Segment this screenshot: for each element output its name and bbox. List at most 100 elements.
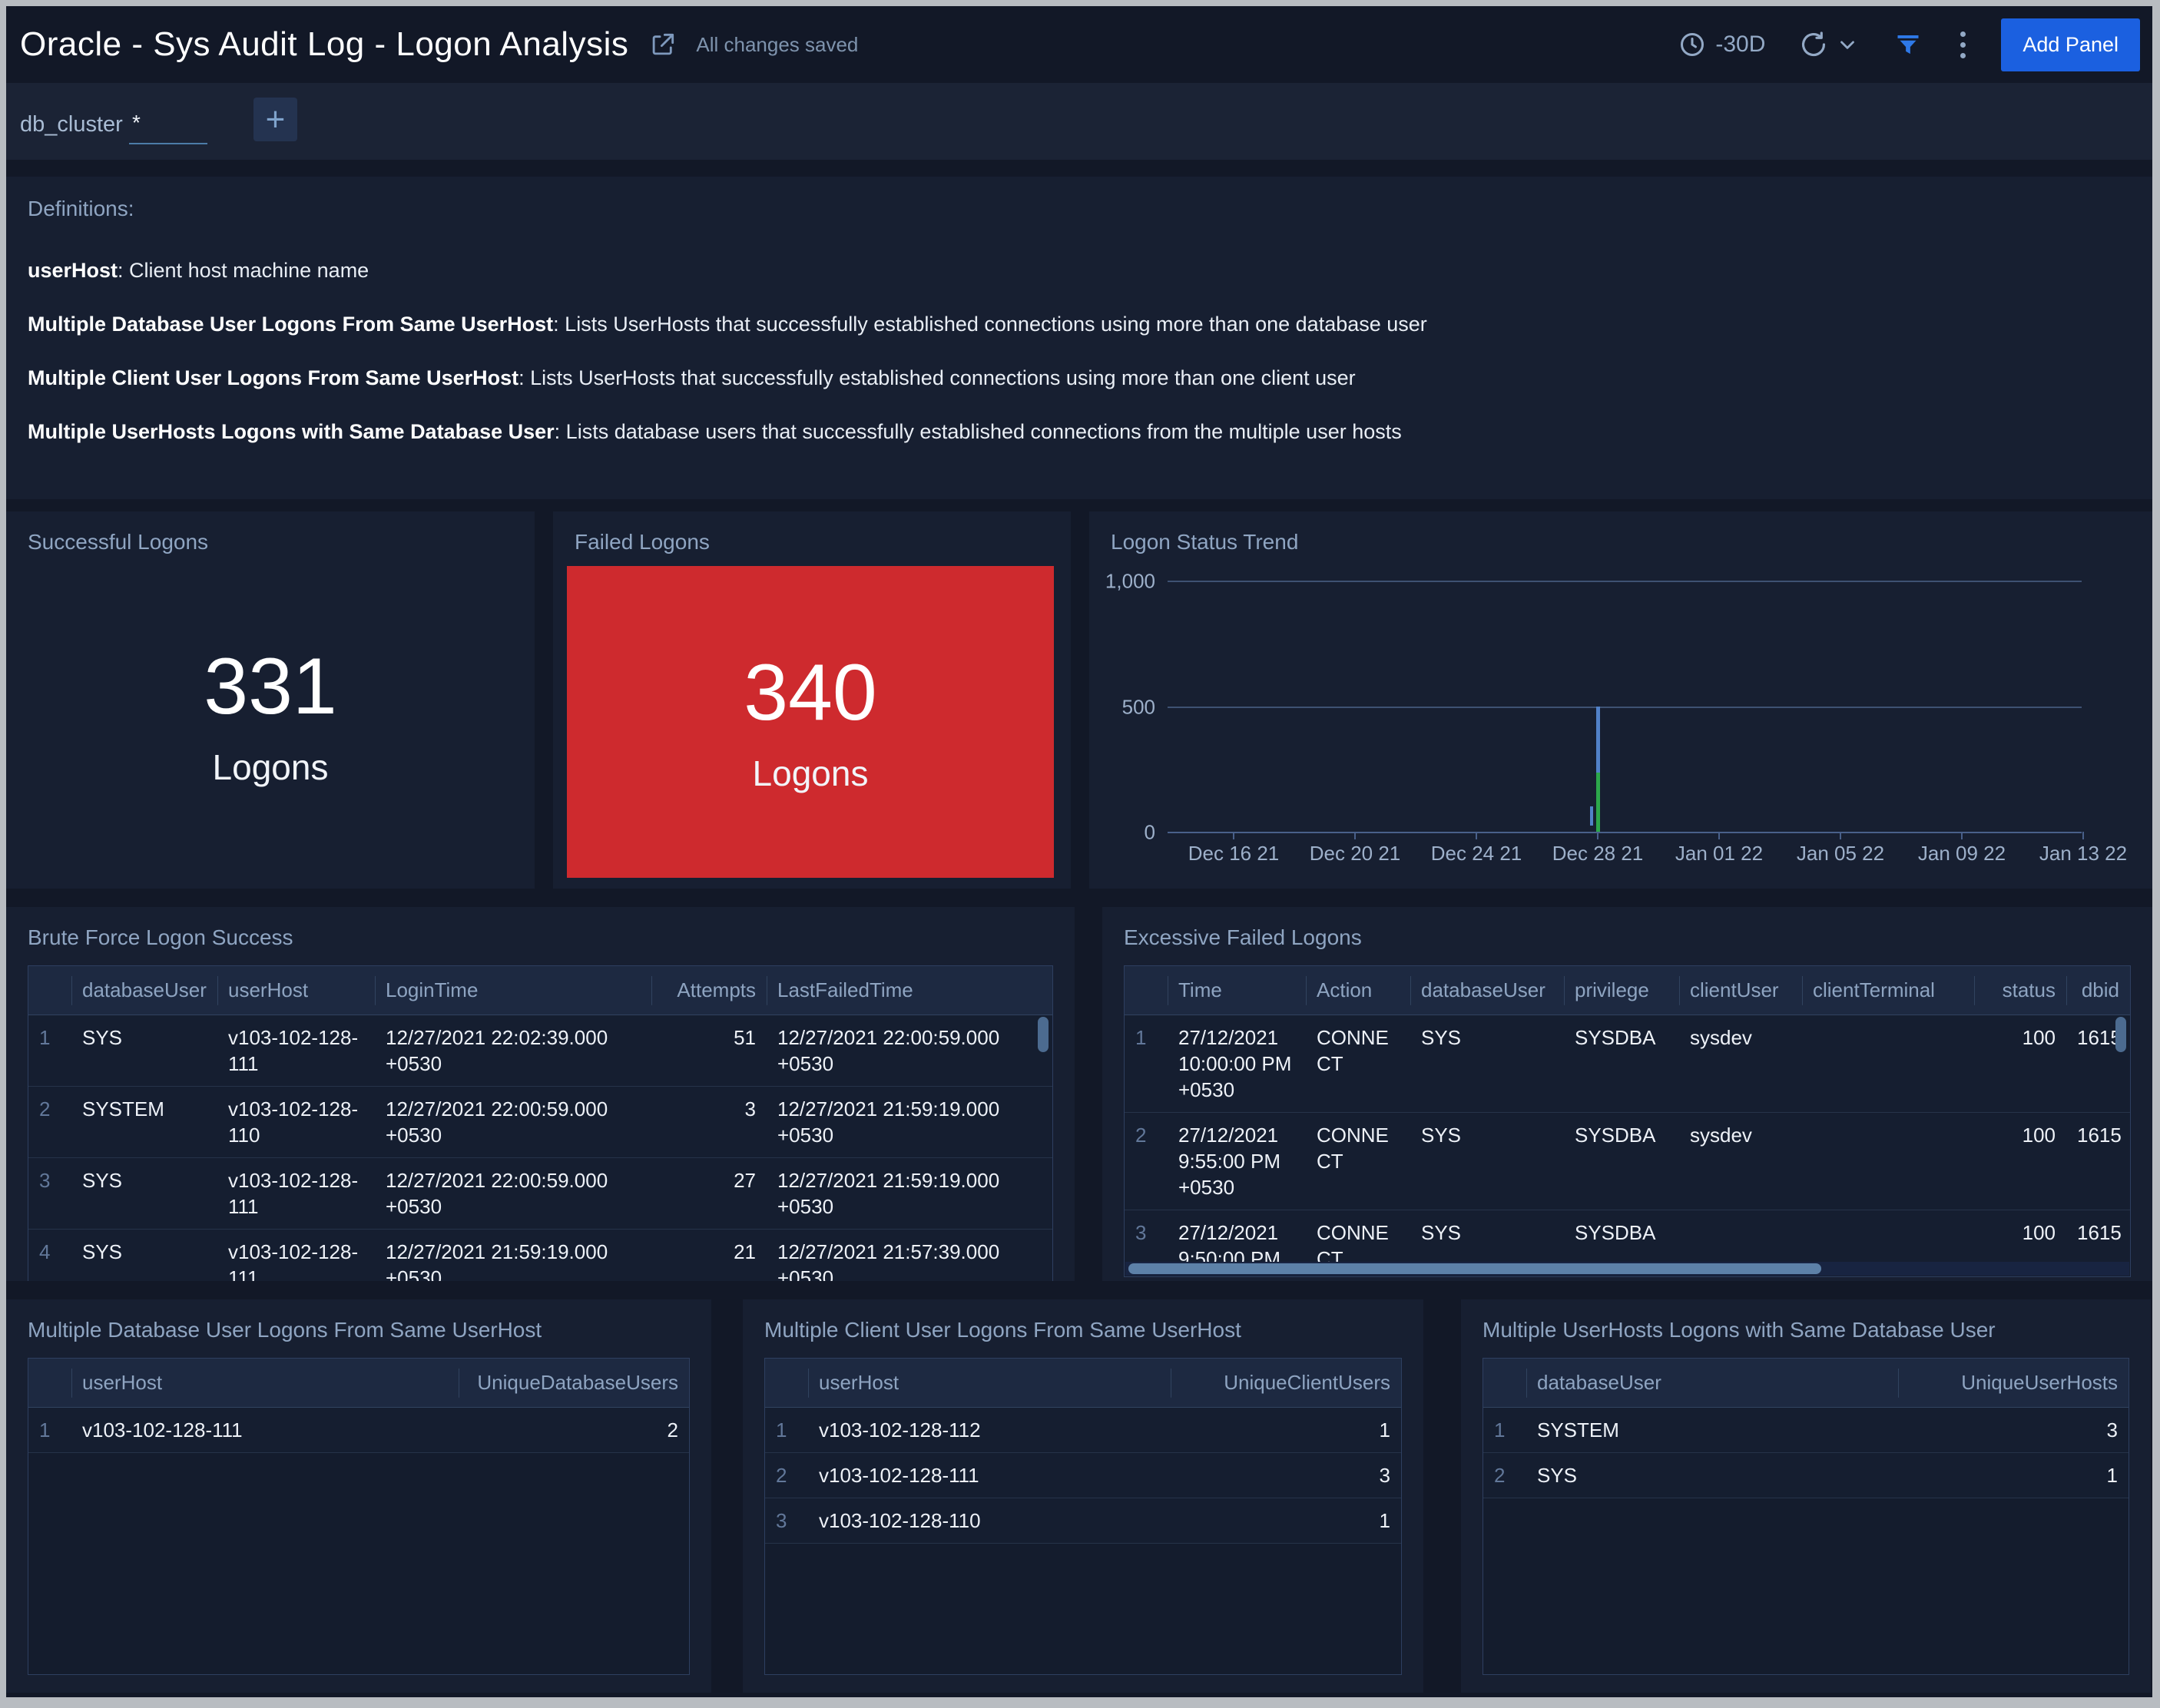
- x-axis-tick: [1840, 832, 1841, 839]
- db-cluster-value: *: [132, 111, 141, 134]
- x-axis-tick: [1718, 832, 1720, 839]
- cell: 2: [28, 1087, 71, 1158]
- x-axis-tick: [1476, 832, 1477, 839]
- add-variable-button[interactable]: +: [253, 98, 297, 141]
- panel-title: Multiple UserHosts Logons with Same Data…: [1483, 1318, 2129, 1342]
- time-range-control[interactable]: -30D: [1678, 31, 1765, 58]
- cell: 1: [765, 1408, 808, 1453]
- cell: 12/27/2021 21:59:19.000 +0530: [767, 1087, 1053, 1158]
- variable-bar: db_cluster * +: [6, 83, 2152, 160]
- x-axis-label: Dec 20 21: [1310, 842, 1401, 866]
- cell: 12/27/2021 21:57:39.000 +0530: [767, 1230, 1053, 1282]
- table-row: 2v103-102-128-1113: [765, 1453, 1401, 1498]
- table-row: 227/12/2021 9:55:00 PM +0530CONNECTSYSSY…: [1125, 1113, 2130, 1210]
- x-axis-label: Jan 05 22: [1797, 842, 1884, 866]
- bar-segment: [1596, 707, 1600, 773]
- table-header-row: TimeActiondatabaseUserprivilegeclientUse…: [1125, 966, 2130, 1015]
- column-header[interactable]: userHost: [71, 1359, 459, 1408]
- time-range-value: -30D: [1715, 31, 1765, 58]
- column-header[interactable]: LoginTime: [375, 966, 651, 1015]
- column-header[interactable]: privilege: [1564, 966, 1679, 1015]
- column-header: [765, 1359, 808, 1408]
- column-header[interactable]: Attempts: [651, 966, 767, 1015]
- cell: 1: [1483, 1408, 1526, 1453]
- column-header[interactable]: Time: [1168, 966, 1306, 1015]
- cell: 3: [765, 1498, 808, 1544]
- kebab-menu-icon[interactable]: [1960, 31, 1966, 58]
- panel-title: Failed Logons: [575, 530, 1049, 554]
- table-row: 2SYS1: [1483, 1453, 2129, 1498]
- x-axis-tick: [1233, 832, 1234, 839]
- cell: 1: [28, 1408, 71, 1453]
- x-axis-label: Jan 09 22: [1918, 842, 2006, 866]
- failed-logons-kpi: 340 Logons: [567, 566, 1054, 878]
- table-header-row: databaseUserUniqueUserHosts: [1483, 1359, 2129, 1408]
- refresh-control[interactable]: [1799, 30, 1859, 59]
- failed-logons-unit: Logons: [753, 756, 869, 791]
- multi-userhosts-table-container: databaseUserUniqueUserHosts1SYSTEM32SYS1: [1483, 1358, 2129, 1675]
- definitions-list: userHost: Client host machine nameMultip…: [28, 260, 2131, 443]
- cell: 3: [1898, 1408, 2129, 1453]
- cell: 12/27/2021 22:00:59.000 +0530: [375, 1158, 651, 1230]
- y-axis-label: 0: [1089, 821, 1155, 845]
- successful-logons-value: 331: [204, 647, 337, 727]
- column-header[interactable]: UniqueUserHosts: [1898, 1359, 2129, 1408]
- multi-client-user-panel: Multiple Client User Logons From Same Us…: [743, 1299, 1423, 1693]
- horizontal-scrollbar-thumb[interactable]: [1128, 1263, 1821, 1274]
- cell: 27/12/2021 10:00:00 PM +0530: [1168, 1015, 1306, 1113]
- bar-segment: [1596, 773, 1600, 832]
- column-header[interactable]: userHost: [808, 1359, 1171, 1408]
- column-header[interactable]: status: [1974, 966, 2066, 1015]
- y-axis-label: 500: [1089, 695, 1155, 719]
- column-header[interactable]: databaseUser: [1526, 1359, 1898, 1408]
- cell: 12/27/2021 21:59:19.000 +0530: [767, 1158, 1053, 1230]
- cell: 12/27/2021 22:00:59.000 +0530: [375, 1087, 651, 1158]
- column-header[interactable]: LastFailedTime: [767, 966, 1053, 1015]
- cell: 3: [1171, 1453, 1401, 1498]
- column-header[interactable]: databaseUser: [71, 966, 217, 1015]
- cell: 2: [765, 1453, 808, 1498]
- panel-title: Brute Force Logon Success: [28, 925, 1053, 950]
- multi-client-user-table: userHostUniqueClientUsers 1v103-102-128-1…: [765, 1359, 1401, 1544]
- cell: [1802, 1015, 1974, 1113]
- horizontal-scrollbar-track[interactable]: [1125, 1262, 2129, 1276]
- filter-icon[interactable]: [1894, 31, 1922, 58]
- vertical-scrollbar[interactable]: [2115, 1017, 2126, 1052]
- cell: 3: [28, 1158, 71, 1230]
- definition-item: Multiple UserHosts Logons with Same Data…: [28, 421, 2131, 443]
- successful-logons-panel: Successful Logons 331 Logons: [6, 511, 535, 889]
- cell: 27/12/2021 9:55:00 PM +0530: [1168, 1113, 1306, 1210]
- cell: sysdev: [1679, 1015, 1802, 1113]
- multi-client-user-table-container: userHostUniqueClientUsers 1v103-102-128-1…: [764, 1358, 1402, 1675]
- brute-force-table: databaseUseruserHostLoginTimeAttemptsLas…: [28, 966, 1052, 1281]
- cell: 1: [1898, 1453, 2129, 1498]
- column-header[interactable]: clientTerminal: [1802, 966, 1974, 1015]
- clock-icon: [1678, 31, 1706, 58]
- definition-item: Multiple Client User Logons From Same Us…: [28, 367, 2131, 389]
- cell: v103-102-128-110: [217, 1087, 375, 1158]
- add-panel-button[interactable]: Add Panel: [2001, 18, 2140, 71]
- cell: CONNECT: [1306, 1015, 1410, 1113]
- db-cluster-input[interactable]: *: [129, 111, 207, 144]
- share-icon[interactable]: [648, 30, 677, 59]
- table-row: 3SYSv103-102-128-11112/27/2021 22:00:59.…: [28, 1158, 1053, 1230]
- logon-status-trend-chart[interactable]: 05001,000Dec 16 21Dec 20 21Dec 24 21Dec …: [1089, 511, 2152, 889]
- cell: 1: [1171, 1498, 1401, 1544]
- column-header[interactable]: UniqueDatabaseUsers: [459, 1359, 689, 1408]
- column-header[interactable]: UniqueClientUsers: [1171, 1359, 1401, 1408]
- cell: v103-102-128-111: [808, 1453, 1171, 1498]
- brute-force-panel: Brute Force Logon Success databaseUserus…: [6, 907, 1075, 1281]
- column-header[interactable]: databaseUser: [1410, 966, 1564, 1015]
- cell: SYS: [1526, 1453, 1898, 1498]
- vertical-scrollbar[interactable]: [1038, 1017, 1049, 1052]
- column-header[interactable]: dbid: [2066, 966, 2130, 1015]
- column-header[interactable]: clientUser: [1679, 966, 1802, 1015]
- cell: SYSTEM: [1526, 1408, 1898, 1453]
- column-header[interactable]: userHost: [217, 966, 375, 1015]
- excessive-failed-table-container: TimeActiondatabaseUserprivilegeclientUse…: [1124, 965, 2131, 1277]
- panel-title: Excessive Failed Logons: [1124, 925, 2131, 950]
- column-header[interactable]: Action: [1306, 966, 1410, 1015]
- gridline: [1168, 581, 2082, 582]
- dashboard-header: Oracle - Sys Audit Log - Logon Analysis …: [6, 6, 2152, 83]
- cell: 27: [651, 1158, 767, 1230]
